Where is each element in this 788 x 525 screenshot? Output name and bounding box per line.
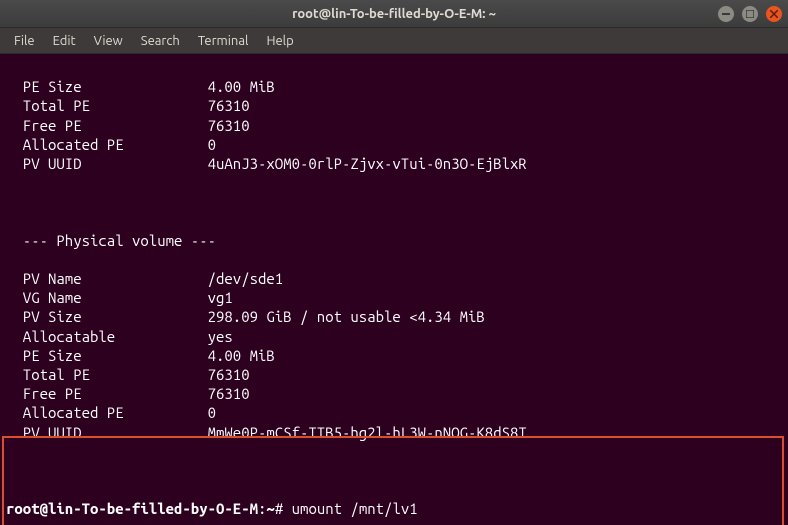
window-controls [718, 6, 782, 22]
menubar: File Edit View Search Terminal Help [0, 28, 788, 54]
menu-terminal[interactable]: Terminal [190, 31, 257, 51]
output-row: Total PE 76310 [6, 96, 782, 115]
close-button[interactable] [766, 6, 782, 22]
output-row: PE Size 4.00 MiB [6, 77, 782, 96]
pv-divider: --- Physical volume --- [6, 231, 782, 250]
output-row: PV UUID MmWe0P-mCSf-TTB5-hg2l-hL3W-nNOG-… [6, 423, 782, 442]
output-row: Allocated PE 0 [6, 135, 782, 154]
output-row: Allocatable yes [6, 327, 782, 346]
prompt-path: ~ [266, 500, 274, 517]
prompt-user: root@lin-To-be-filled-by-O-E-M [6, 500, 258, 517]
output-row: PV Size 298.09 GiB / not usable <4.34 Mi… [6, 307, 782, 326]
menu-edit[interactable]: Edit [45, 31, 84, 51]
titlebar: root@lin-To-be-filled-by-O-E-M: ~ [0, 0, 788, 28]
output-row: PE Size 4.00 MiB [6, 346, 782, 365]
window-title: root@lin-To-be-filled-by-O-E-M: ~ [292, 7, 496, 21]
output-row: Allocated PE 0 [6, 403, 782, 422]
command-umount: umount /mnt/lv1 [292, 500, 418, 517]
output-row: Free PE 76310 [6, 384, 782, 403]
output-row: PV UUID 4uAnJ3-xOM0-0rlP-Zjvx-vTui-0n3O-… [6, 154, 782, 173]
output-row: VG Name vg1 [6, 288, 782, 307]
prompt-hash: # [275, 500, 292, 517]
output-row: Free PE 76310 [6, 116, 782, 135]
prompt-line-1: root@lin-To-be-filled-by-O-E-M:~# umount… [6, 499, 782, 518]
terminal-body[interactable]: PE Size 4.00 MiB Total PE 76310 Free PE … [0, 54, 788, 525]
output-row: Total PE 76310 [6, 365, 782, 384]
blank-line [6, 192, 782, 211]
menu-view[interactable]: View [86, 31, 131, 51]
blank-line [6, 461, 782, 480]
menu-help[interactable]: Help [258, 31, 301, 51]
output-row: PV Name /dev/sde1 [6, 269, 782, 288]
minimize-button[interactable] [718, 6, 734, 22]
menu-file[interactable]: File [6, 31, 43, 51]
menu-search[interactable]: Search [133, 31, 188, 51]
maximize-button[interactable] [742, 6, 758, 22]
